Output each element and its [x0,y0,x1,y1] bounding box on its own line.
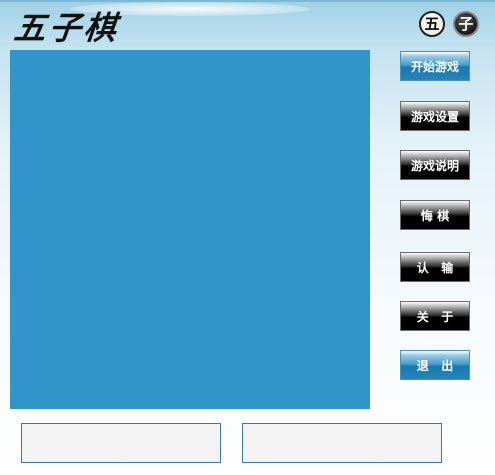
player-one-panel [21,423,221,463]
game-help-button[interactable]: 游戏说明 [400,150,470,180]
exit-button[interactable]: 退 出 [400,350,470,380]
resign-button[interactable]: 认 输 [400,252,470,282]
undo-move-button[interactable]: 悔 棋 [400,200,470,230]
start-game-button[interactable]: 开始游戏 [400,51,470,81]
game-logo: 五子棋 [12,9,122,47]
game-board[interactable] [10,50,370,409]
game-settings-button[interactable]: 游戏设置 [400,101,470,131]
player-two-panel [242,423,442,463]
black-stone-badge: 子 [453,11,479,37]
white-stone-badge: 五 [419,11,445,37]
about-button[interactable]: 关 于 [400,301,470,331]
top-border [0,0,495,2]
